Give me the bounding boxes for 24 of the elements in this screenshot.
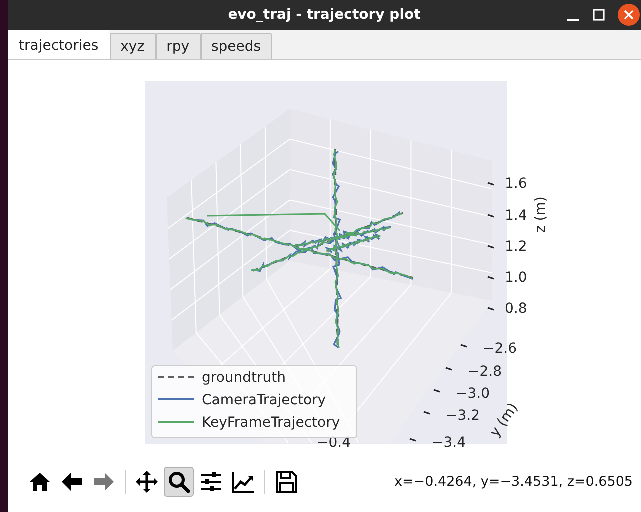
axis-tick-label: −3.0 (456, 386, 490, 402)
window-title: evo_traj - trajectory plot (228, 7, 421, 23)
axis-tick-label: 0.8 (505, 301, 528, 317)
axis-tick-label: 1.0 (505, 270, 528, 286)
legend-label: KeyFrameTrajectory (202, 415, 340, 431)
axis-label: y (m) (487, 400, 522, 440)
search-icon[interactable] (164, 467, 194, 497)
legend-label: groundtruth (202, 370, 286, 386)
tab[interactable]: trajectories (8, 30, 110, 59)
axis-tick-label: 1.4 (505, 208, 528, 224)
axis-tick-label: −3.2 (446, 408, 480, 424)
maximize-icon[interactable] (592, 8, 606, 22)
axis-tick-label: −3.4 (432, 435, 466, 451)
axis-tick-label: 1.2 (505, 239, 528, 255)
axis-tick-label: 1.6 (505, 176, 528, 192)
tab[interactable]: rpy (156, 33, 200, 59)
cursor-coordinates: x=−0.4264, y=−3.4531, z=0.6505 (394, 474, 634, 490)
legend-label: CameraTrajectory (202, 392, 326, 408)
close-icon[interactable] (618, 4, 640, 26)
axis-tick-label: −2.8 (468, 364, 502, 380)
tab[interactable]: xyz (110, 33, 156, 59)
axis-label: z (m) (533, 196, 549, 233)
axis-tick-label: −2.6 (483, 341, 517, 357)
tab[interactable]: speeds (200, 33, 272, 59)
